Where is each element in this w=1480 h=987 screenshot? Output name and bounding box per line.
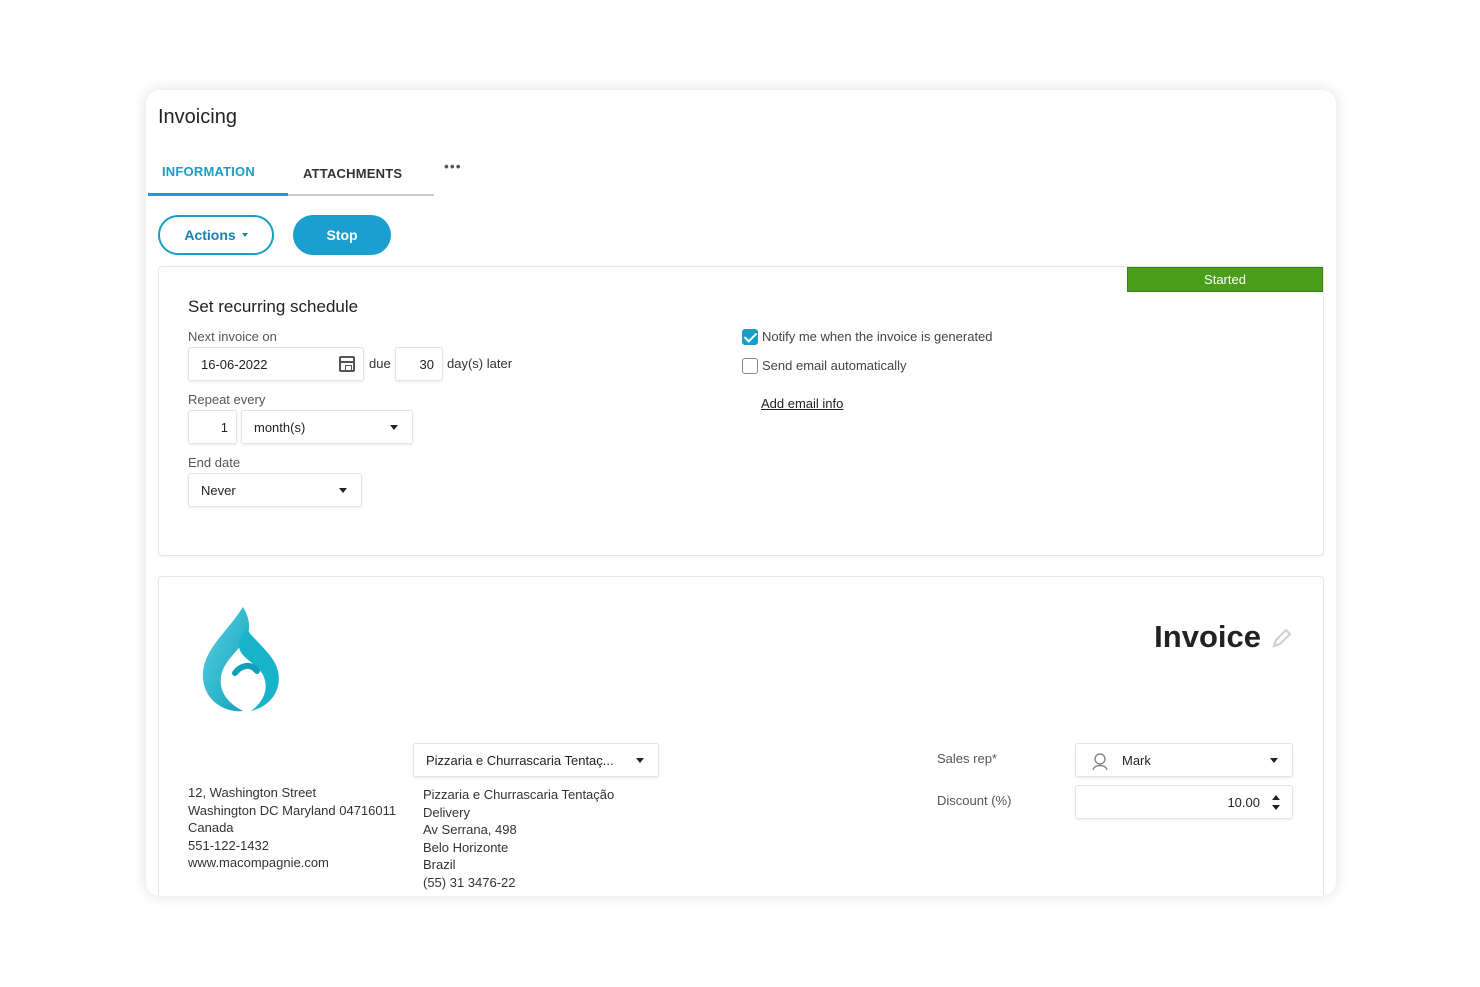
tab-attachments[interactable]: ATTACHMENTS: [303, 166, 402, 181]
sales-rep-label: Sales rep*: [937, 751, 997, 766]
client-address: Pizzaria e Churrascaria Tentação Deliver…: [423, 786, 614, 891]
send-email-checkbox[interactable]: [742, 358, 758, 374]
company-website: www.macompagnie.com: [188, 855, 329, 870]
more-tabs-icon[interactable]: •••: [444, 158, 462, 174]
stepper-up-icon[interactable]: [1272, 795, 1280, 800]
add-email-info-link[interactable]: Add email info: [761, 396, 843, 411]
active-tab-indicator: [148, 193, 288, 196]
chevron-down-icon: [636, 758, 644, 763]
client-select-value: Pizzaria e Churrascaria Tentaç...: [426, 752, 614, 768]
next-invoice-date-field[interactable]: 16-06-2022: [188, 347, 364, 381]
stepper-down-icon[interactable]: [1272, 805, 1280, 810]
client-address-line: Av Serrana, 498: [423, 822, 517, 837]
chevron-down-icon: [339, 488, 347, 493]
due-days-field[interactable]: 30: [395, 347, 443, 381]
repeat-count-value: 1: [220, 419, 228, 435]
schedule-title: Set recurring schedule: [188, 297, 359, 316]
recurring-schedule-panel: Started Set recurring schedule Next invo…: [158, 266, 1324, 556]
client-address-line: Brazil: [423, 857, 456, 872]
repeat-unit-value: month(s): [254, 419, 306, 435]
next-invoice-label: Next invoice on: [188, 329, 277, 344]
discount-label: Discount (%): [937, 793, 1012, 808]
discount-value: 10.00: [1227, 794, 1260, 810]
chevron-down-icon: [390, 425, 398, 430]
sales-rep-value: Mark: [1122, 752, 1151, 768]
notify-label: Notify me when the invoice is generated: [762, 329, 993, 344]
company-phone: 551-122-1432: [188, 837, 269, 853]
company-address-line: Canada: [188, 820, 234, 835]
invoice-title: Invoice: [1154, 619, 1261, 654]
repeat-every-label: Repeat every: [188, 392, 266, 407]
client-address-line: Pizzaria e Churrascaria Tentação: [423, 787, 615, 802]
days-later-label: day(s) later: [447, 356, 513, 371]
tab-information[interactable]: INFORMATION: [162, 164, 255, 179]
due-label: due: [369, 356, 391, 371]
client-address-line: Belo Horizonte: [423, 839, 509, 855]
status-badge: Started: [1127, 267, 1323, 292]
repeat-unit-select[interactable]: month(s): [241, 410, 413, 444]
client-select[interactable]: Pizzaria e Churrascaria Tentaç...: [413, 743, 659, 777]
company-logo: [202, 607, 279, 712]
company-address: 12, Washington Street Washington DC Mary…: [188, 784, 396, 872]
invoicing-card: Invoicing INFORMATION ATTACHMENTS ••• Ac…: [146, 90, 1336, 896]
repeat-count-field[interactable]: 1: [188, 410, 237, 444]
notify-checkbox[interactable]: [742, 329, 758, 345]
avatar-icon: [1092, 753, 1108, 771]
actions-button[interactable]: Actions: [158, 215, 274, 255]
sales-rep-select[interactable]: Mark: [1075, 743, 1293, 777]
stop-button[interactable]: Stop: [293, 215, 391, 255]
actions-button-label: Actions: [184, 227, 236, 243]
pencil-icon[interactable]: [1271, 627, 1293, 649]
client-address-line: Delivery: [423, 804, 470, 820]
chevron-down-icon: [1270, 758, 1278, 763]
page-title: Invoicing: [158, 106, 237, 128]
invoice-panel: Invoice 12, Washington Street Washington…: [158, 576, 1324, 896]
end-date-value: Never: [201, 482, 236, 498]
discount-field[interactable]: 10.00: [1075, 785, 1293, 819]
company-address-line: Washington DC Maryland 04716011: [188, 802, 397, 818]
end-date-label: End date: [188, 455, 241, 470]
due-days-value: 30: [419, 356, 434, 372]
calendar-icon[interactable]: [339, 356, 355, 372]
client-phone: (55) 31 3476-22: [423, 874, 516, 890]
company-address-line: 12, Washington Street: [188, 785, 317, 800]
chevron-down-icon: [241, 233, 248, 237]
tab-bar: INFORMATION ATTACHMENTS: [148, 160, 434, 196]
end-date-select[interactable]: Never: [188, 473, 362, 507]
next-invoice-date-value: 16-06-2022: [201, 356, 268, 372]
send-email-label: Send email automatically: [762, 358, 907, 373]
